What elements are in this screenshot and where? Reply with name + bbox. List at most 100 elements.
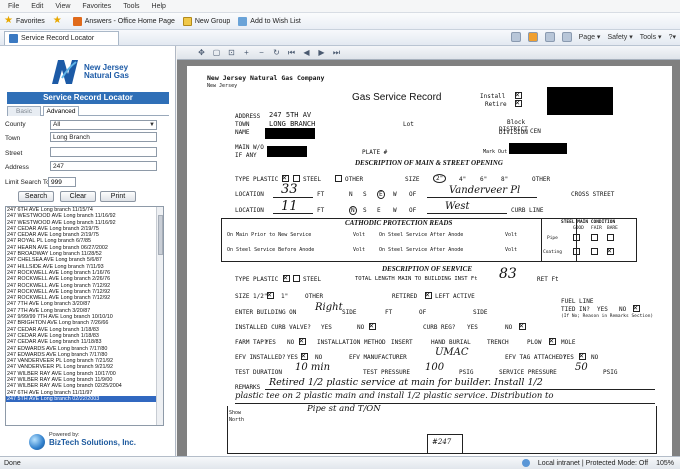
- doc-curb-reg-label: CURB REG?: [423, 324, 456, 331]
- menu-edit[interactable]: Edit: [31, 3, 43, 10]
- fit-icon[interactable]: ⊡: [227, 48, 236, 57]
- globe-zone-icon: [521, 459, 530, 467]
- zoom-out-icon[interactable]: −: [257, 48, 266, 57]
- doc-side-label2: SIDE: [473, 309, 488, 316]
- doc-total-length-value: 83: [499, 266, 517, 282]
- doc-cathodic-4: On Steel Service After Anode: [379, 247, 464, 253]
- first-page-icon[interactable]: ⏮: [287, 48, 296, 57]
- zoom-in-icon[interactable]: +: [242, 48, 251, 57]
- town-input[interactable]: [50, 132, 157, 142]
- list-item[interactable]: 247 5TH AVE Long branch 02/22/2003: [6, 395, 163, 403]
- star-icon: ★: [4, 15, 13, 26]
- doc-test-psig: PSIG: [459, 369, 474, 376]
- home-icon[interactable]: [510, 32, 521, 42]
- doc-cross-street: CROSS STREET: [571, 191, 615, 198]
- prev-page-icon[interactable]: ◀: [302, 48, 311, 57]
- scrollbar-thumb[interactable]: [158, 215, 163, 255]
- doc-efv-tag-yes: YES: [563, 354, 574, 361]
- doc-size-6: 6": [480, 176, 488, 183]
- street-input[interactable]: [50, 147, 157, 157]
- tools-menu[interactable]: Tools ▾: [640, 33, 662, 41]
- results-list[interactable]: 247 6TH AVE Long branch 11/15/74 247 WEST…: [5, 206, 164, 426]
- doc-method-hand: HAND BURIAL: [431, 339, 471, 346]
- clear-button[interactable]: Clear: [60, 191, 96, 202]
- select-icon[interactable]: ▢: [212, 48, 221, 57]
- doc-tied-in: TIED IN?: [561, 306, 590, 313]
- doc-district-value: CEN: [530, 128, 541, 135]
- doc-fuel-no: NO: [619, 306, 627, 313]
- limit-input[interactable]: [48, 177, 76, 187]
- doc-steel-main-cond: STEEL MAIN CONDITION: [561, 220, 616, 225]
- svc-steel-checkbox: [293, 275, 300, 282]
- pipe-bare-checkbox: [607, 234, 614, 241]
- favorites-button[interactable]: ★ Favorites: [4, 16, 45, 26]
- fav-new-group-label: New Group: [194, 17, 231, 25]
- fav-new-group-link[interactable]: New Group: [182, 16, 231, 26]
- help-menu[interactable]: ?▾: [669, 33, 676, 41]
- fav-answers-link[interactable]: Answers - Office Home Page: [72, 16, 175, 26]
- safety-menu[interactable]: Safety ▾: [607, 33, 632, 41]
- doc-farm-yes: YES: [265, 339, 276, 346]
- tab-advanced[interactable]: Advanced: [43, 106, 79, 116]
- rotate-icon[interactable]: ↻: [272, 48, 281, 57]
- next-page-icon[interactable]: ▶: [317, 48, 326, 57]
- address-input[interactable]: [50, 161, 157, 171]
- menu-help[interactable]: Help: [152, 3, 166, 10]
- print-button[interactable]: Print: [100, 191, 136, 202]
- doc-cathodic-volt3: Volt: [353, 247, 366, 253]
- mail-icon[interactable]: [544, 32, 555, 42]
- doc-cond-good: GOOD: [573, 226, 584, 231]
- county-label: County: [5, 121, 26, 128]
- feeds-icon[interactable]: [527, 32, 538, 42]
- chevron-down-icon: ▼: [149, 122, 155, 128]
- doc-entering-label: ENTER BUILDING ON: [235, 309, 297, 316]
- doc-farm-no: NO: [287, 339, 295, 346]
- doc-curb-line: CURB LINE: [511, 207, 544, 214]
- doc-if-any-label: IF ANY: [235, 152, 257, 159]
- doc-method-plow: PLOW: [527, 339, 542, 346]
- favorites-bar: ★ Favorites ★ Answers - Office Home Page…: [0, 13, 680, 30]
- doc-name-label: NAME: [235, 129, 250, 136]
- fav-wish-list-link[interactable]: Add to Wish List: [238, 16, 301, 26]
- search-button[interactable]: Search: [18, 191, 54, 202]
- doc-division-label: DIVISION: [499, 129, 528, 136]
- doc-loc2-of: OF: [409, 207, 417, 214]
- svc-plastic-checkbox: [283, 273, 290, 282]
- redaction-main-wo: [267, 146, 307, 157]
- status-zoom[interactable]: 105%: [656, 460, 674, 467]
- doc-cathodic-volt1: Volt: [353, 232, 366, 238]
- sketch-building: [427, 434, 463, 454]
- locator-tabs: Basic Advanced: [7, 106, 169, 116]
- doc-curb-valve-no: NO: [357, 324, 365, 331]
- county-select[interactable]: All ▼: [50, 120, 157, 130]
- menu-view[interactable]: View: [55, 3, 70, 10]
- page-menu[interactable]: Page ▾: [579, 33, 601, 41]
- doc-remarks-line1: Retired 1/2 plastic service at main for …: [269, 377, 543, 388]
- plastic-checkbox: [282, 173, 289, 182]
- menu-file[interactable]: File: [8, 3, 19, 10]
- powered-company: BizTech Solutions, Inc.: [49, 438, 136, 447]
- menu-tools[interactable]: Tools: [123, 3, 139, 10]
- doc-efv-no: NO: [315, 354, 323, 361]
- results-scrollbar[interactable]: [156, 207, 163, 425]
- doc-plate-label: PLATE #: [362, 149, 388, 156]
- doc-install-label: Install: [480, 93, 506, 100]
- pan-icon[interactable]: ✥: [197, 48, 206, 57]
- coating-bare-checkbox: [607, 246, 614, 255]
- doc-loc1-ft: FT: [317, 191, 325, 198]
- locator-panel: New Jersey Natural Gas Service Record Lo…: [0, 46, 176, 456]
- favorites-label: Favorites: [15, 17, 45, 25]
- doc-size-label: SIZE: [405, 176, 420, 183]
- size-half-checkbox: [267, 290, 274, 299]
- tab-basic[interactable]: Basic: [7, 106, 41, 116]
- last-page-icon[interactable]: ⏭: [332, 48, 341, 57]
- doc-company-sub: New Jersey: [207, 83, 238, 89]
- browser-tab[interactable]: Service Record Locator: [4, 30, 120, 45]
- njng-logo: New Jersey Natural Gas: [48, 58, 148, 86]
- add-favorite-button[interactable]: ★: [53, 16, 65, 26]
- print-icon[interactable]: [561, 32, 572, 42]
- doc-svc-plastic-label: PLASTIC: [253, 276, 279, 283]
- menu-favorites[interactable]: Favorites: [82, 3, 111, 10]
- doc-cathodic-2: On Steel Service After Anode: [379, 232, 464, 238]
- doc-service-pressure-label: SERVICE PRESSURE: [499, 369, 557, 376]
